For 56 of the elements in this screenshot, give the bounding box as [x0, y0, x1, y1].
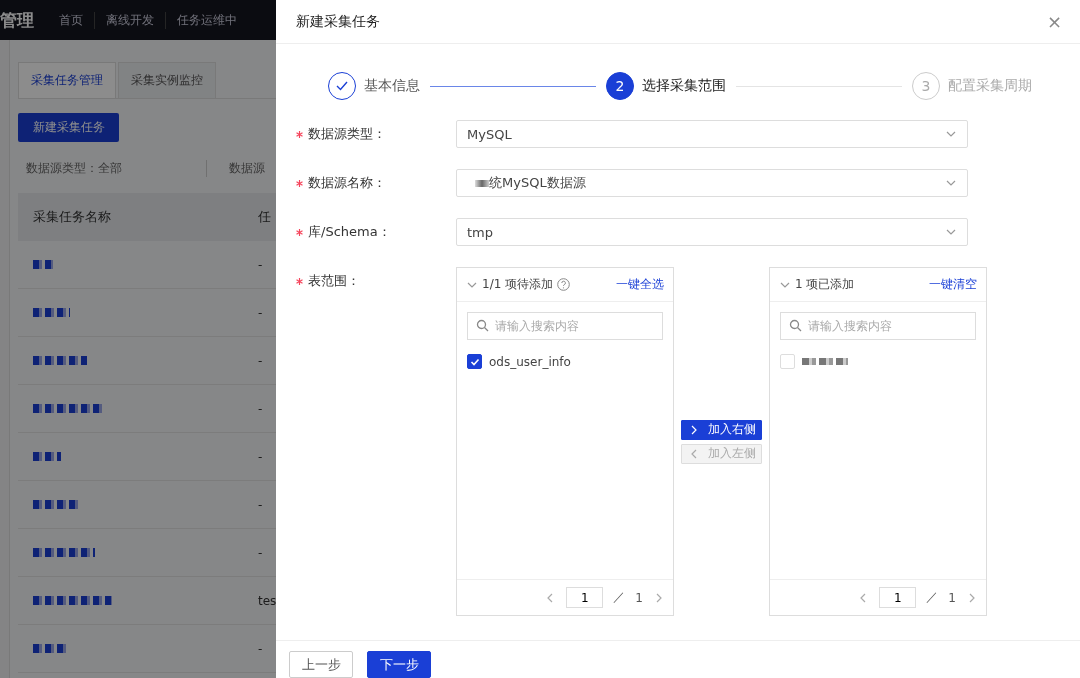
table-cell: -	[258, 546, 263, 560]
previous-button[interactable]: 上一步	[289, 651, 353, 678]
step-number: 3	[912, 72, 940, 100]
tab[interactable]: 采集任务管理	[18, 62, 116, 98]
table-cell: tes	[258, 594, 277, 608]
table-cell: -	[258, 498, 263, 512]
search-field[interactable]: 请输入搜索内容	[467, 312, 663, 340]
table-cell: -	[258, 354, 263, 368]
page-separator: ／	[613, 589, 626, 606]
field-label: 库/Schema：	[308, 223, 391, 241]
column-header: 任	[257, 208, 272, 226]
drawer-title: 新建采集任务	[296, 12, 380, 31]
page-input[interactable]: 1	[566, 587, 604, 608]
select-field[interactable]: MySQL	[456, 120, 968, 148]
move-right-button[interactable]: 加入右侧	[681, 419, 762, 440]
step-number: 2	[606, 72, 634, 100]
step-label: 基本信息	[364, 77, 420, 95]
tab[interactable]: 采集实例监控	[118, 62, 216, 98]
search-icon	[476, 319, 489, 332]
panel-action-link[interactable]: 一键清空	[929, 276, 977, 293]
field-label: 数据源名称：	[308, 174, 386, 192]
search-field[interactable]: 请输入搜索内容	[780, 312, 976, 340]
select-field[interactable]: 统MySQL数据源	[456, 169, 968, 197]
select-value: tmp	[467, 224, 493, 240]
table-cell: -	[258, 258, 263, 272]
select-field[interactable]: tmp	[456, 218, 968, 246]
step-label: 配置采集周期	[948, 77, 1032, 95]
page-total: 1	[948, 590, 956, 605]
page-input[interactable]: 1	[879, 587, 917, 608]
close-button[interactable]: ×	[1040, 10, 1068, 33]
checkmark-icon	[469, 356, 480, 367]
panel-title: 1 项已添加	[795, 276, 855, 293]
page-total: 1	[635, 590, 643, 605]
panel-title: 1/1 项待添加	[482, 276, 554, 293]
nav-item[interactable]: 首页	[48, 11, 95, 29]
search-icon	[789, 319, 802, 332]
nav-item[interactable]: 离线开发	[95, 11, 166, 29]
select-value: 统MySQL数据源	[489, 174, 586, 192]
panel-action-link[interactable]: 一键全选	[616, 276, 664, 293]
column-header: 采集任务名称	[32, 208, 112, 226]
table-name: ods_user_info	[489, 354, 571, 369]
new-task-button[interactable]: 新建采集任务	[18, 113, 119, 142]
help-icon	[557, 278, 571, 291]
page-separator: ／	[926, 589, 939, 606]
table-cell: -	[258, 306, 263, 320]
table-cell: -	[258, 402, 263, 416]
nav-item[interactable]: 任务运维中	[166, 11, 248, 29]
table-cell: -	[258, 450, 263, 464]
next-button[interactable]: 下一步	[367, 651, 431, 678]
table-cell: -	[258, 642, 263, 656]
app-title: 管理	[0, 8, 34, 32]
field-label: 数据源类型：	[308, 125, 386, 143]
checkbox[interactable]	[467, 354, 482, 369]
select-value: MySQL	[467, 126, 512, 142]
field-label: 表范围：	[308, 272, 360, 290]
step-label: 选择采集范围	[642, 77, 726, 95]
